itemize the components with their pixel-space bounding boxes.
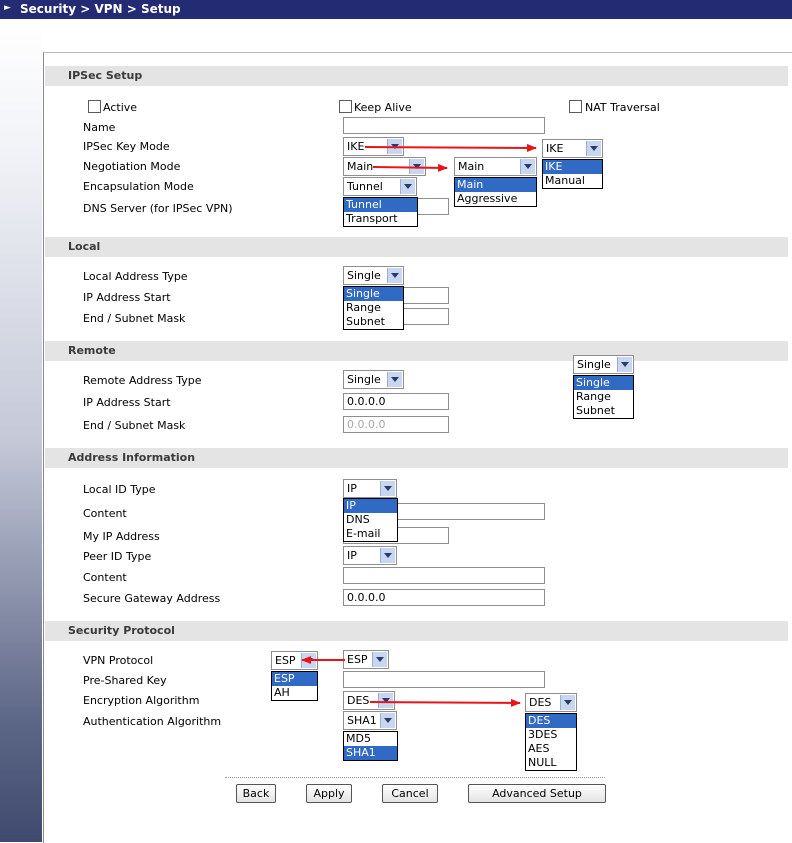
arrow-negotiation xyxy=(372,163,448,172)
arrow-key-mode xyxy=(364,143,537,152)
annotation-arrows xyxy=(301,143,537,707)
arrow-encryption xyxy=(369,698,521,707)
